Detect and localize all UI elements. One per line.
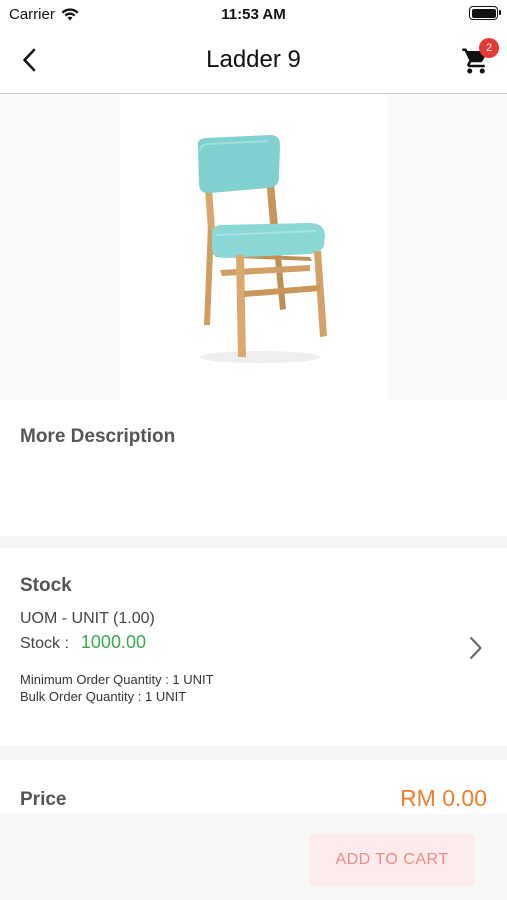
- bottom-action-bar: ADD TO CART: [0, 814, 507, 900]
- price-value: RM 0.00: [400, 785, 487, 811]
- product-image-carousel[interactable]: [0, 95, 507, 400]
- status-bar: Carrier 11:53 AM: [0, 0, 507, 28]
- cart-count-badge: 2: [479, 38, 499, 58]
- stock-line: Stock : 1000.00: [20, 632, 146, 653]
- stock-title: Stock: [20, 575, 72, 596]
- cart-button[interactable]: 2: [461, 38, 499, 76]
- stock-label: Stock :: [20, 635, 69, 652]
- price-title: Price: [20, 789, 67, 810]
- chair-image: [197, 135, 327, 363]
- stock-value: 1000.00: [80, 632, 146, 652]
- battery-icon: [469, 6, 501, 20]
- minimum-order-quantity: Minimum Order Quantity : 1 UNIT: [20, 672, 214, 687]
- page-title: Ladder 9: [206, 46, 301, 73]
- bulk-order-quantity: Bulk Order Quantity : 1 UNIT: [20, 689, 187, 704]
- price-section: Price RM 0.00: [0, 760, 507, 814]
- product-image: [120, 95, 388, 400]
- section-divider: [0, 746, 507, 760]
- section-divider: [0, 536, 507, 548]
- chevron-right-icon: [470, 637, 482, 659]
- status-time: 11:53 AM: [221, 6, 286, 23]
- stock-section[interactable]: Stock UOM - UNIT (1.00) Stock : 1000.00 …: [0, 548, 507, 746]
- navigation-bar: Ladder 9 2: [0, 28, 507, 94]
- description-section: More Description: [0, 400, 507, 536]
- uom-label: UOM - UNIT (1.00): [20, 610, 155, 627]
- add-to-cart-button[interactable]: ADD TO CART: [309, 834, 475, 886]
- description-title: More Description: [20, 426, 176, 447]
